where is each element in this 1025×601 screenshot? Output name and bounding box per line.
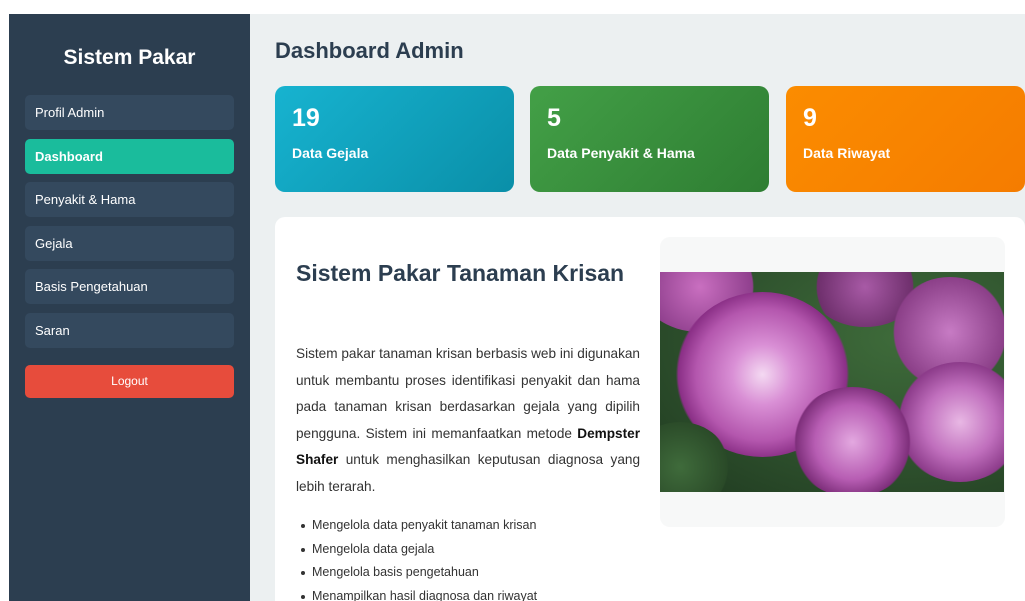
info-description: Sistem pakar tanaman krisan berbasis web… (296, 341, 640, 500)
sidebar-item-gejala[interactable]: Gejala (25, 225, 234, 261)
info-title: Sistem Pakar Tanaman Krisan (296, 260, 625, 286)
image-card (660, 237, 1005, 527)
sidebar-brand: Sistem Pakar (63, 46, 196, 69)
list-item: Mengelola data gejala (296, 538, 640, 562)
stat-label: Data Penyakit & Hama (547, 145, 695, 161)
sidebar-item-profil-admin[interactable]: Profil Admin (25, 95, 234, 130)
chrysanthemum-photo (660, 272, 1004, 492)
list-item: Mengelola data penyakit tanaman krisan (296, 514, 640, 538)
list-item: Menampilkan hasil diagnosa dan riwayat (296, 585, 640, 601)
feature-list: Mengelola data penyakit tanaman krisan M… (296, 514, 640, 601)
stat-label: Data Gejala (292, 145, 369, 161)
app-window: Sistem Pakar Profil Admin Dashboard Peny… (9, 14, 1025, 601)
sidebar-item-saran[interactable]: Saran (25, 312, 234, 348)
stat-value: 5 (547, 104, 561, 132)
stat-label: Data Riwayat (803, 145, 891, 161)
main-content: Dashboard Admin 19 Data Gejala 5 Data Pe… (250, 14, 1025, 601)
list-item: Mengelola basis pengetahuan (296, 561, 640, 585)
sidebar-item-dashboard[interactable]: Dashboard (25, 138, 234, 174)
page-title: Dashboard Admin (275, 38, 464, 63)
description-text-end: untuk menghasilkan keputusan diagnosa ya… (296, 452, 640, 494)
info-panel: Sistem Pakar Tanaman Krisan Sistem pakar… (275, 217, 1025, 601)
sidebar-item-basis-pengetahuan[interactable]: Basis Pengetahuan (25, 269, 234, 304)
stat-value: 19 (292, 104, 320, 132)
stat-value: 9 (803, 104, 817, 132)
sidebar-item-penyakit-hama[interactable]: Penyakit & Hama (25, 182, 234, 217)
stat-card-gejala: 19 Data Gejala (275, 86, 514, 192)
stat-card-penyakit-hama: 5 Data Penyakit & Hama (530, 86, 769, 192)
sidebar: Sistem Pakar Profil Admin Dashboard Peny… (9, 14, 250, 601)
stat-card-riwayat: 9 Data Riwayat (786, 86, 1025, 192)
stat-cards: 19 Data Gejala 5 Data Penyakit & Hama 9 … (275, 86, 1025, 192)
logout-button[interactable]: Logout (25, 364, 234, 398)
